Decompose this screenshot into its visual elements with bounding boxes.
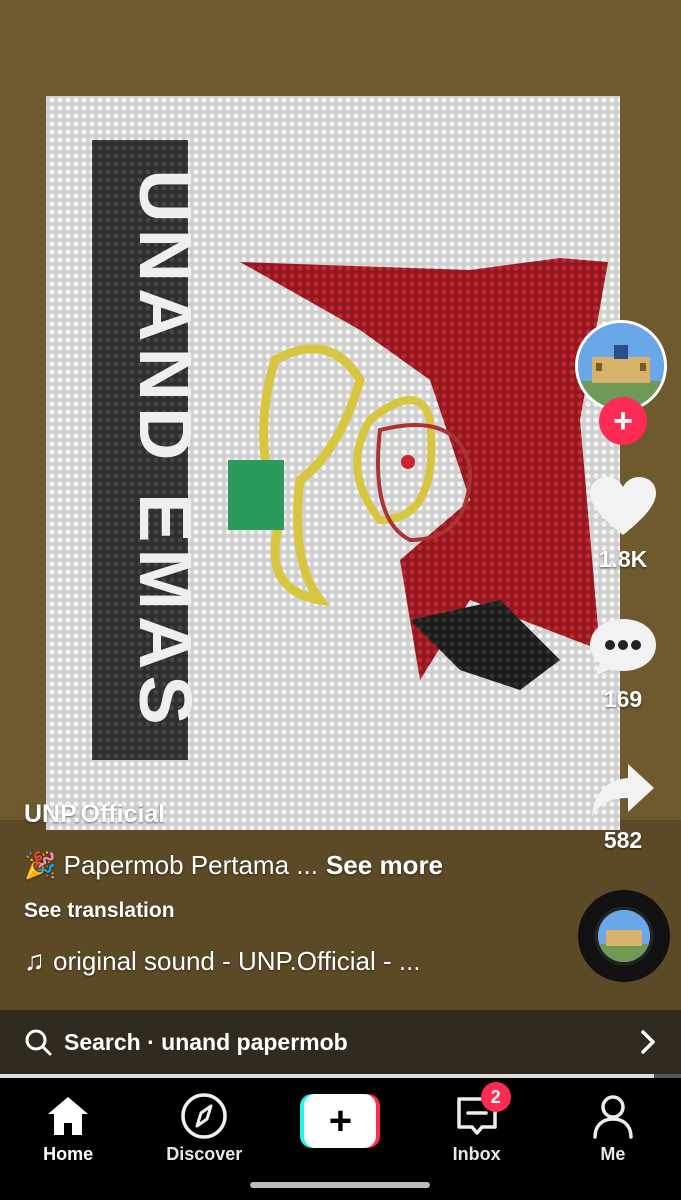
mosaic-text: UNAND EMAS [124,169,207,731]
nav-home-label: Home [43,1144,94,1164]
comment-icon [590,619,656,675]
like-button[interactable]: 1.8K [575,475,671,573]
sound-title: original sound - UNP.Official - ... [53,945,421,976]
see-more-link[interactable]: See more [326,850,443,881]
compass-icon [181,1093,228,1139]
create-button[interactable]: + [300,1094,381,1148]
search-suggestion-label: Search · unand papermob [64,1028,348,1055]
creator-username[interactable]: UNP.Official [24,800,564,836]
like-count: 1.8K [598,546,648,572]
caption-block: UNP.Official 🎉 Papermob Pertama ... See … [24,800,564,977]
create-plus-icon: + [304,1094,377,1148]
nav-inbox[interactable]: 2 Inbox [417,1082,537,1200]
home-indicator [250,1182,430,1188]
music-disc[interactable] [578,890,670,982]
nav-discover-label: Discover [166,1144,243,1164]
campus-thumbnail-icon [598,910,650,962]
follow-button[interactable]: + [599,397,647,445]
sound-row[interactable]: ♫ original sound - UNP.Official - ... [24,945,564,977]
chevron-right-icon [641,1030,655,1054]
party-emoji: 🎉 [24,850,57,880]
search-icon [25,1029,52,1056]
follow-plus-label: + [613,402,633,440]
profile-icon [593,1095,633,1139]
share-button[interactable]: 582 [575,760,671,854]
nav-me-label: Me [600,1144,626,1164]
music-note-icon: ♫ [24,945,45,976]
heart-icon [590,477,656,535]
see-translation-link[interactable]: See translation [24,899,564,923]
nav-home[interactable]: Home [8,1090,128,1200]
share-arrow-icon [592,764,654,816]
nav-me[interactable]: Me [553,1090,673,1200]
search-suggestion-bar[interactable]: Search · unand papermob [0,1010,681,1074]
share-count: 582 [603,827,643,853]
video-description: 🎉 Papermob Pertama ... See more [24,850,564,881]
nav-inbox-label: Inbox [452,1144,501,1164]
comment-button[interactable]: 169 [575,615,671,713]
nav-discover[interactable]: Discover [144,1090,264,1200]
comment-count: 169 [603,686,643,712]
creator-avatar-wrap[interactable]: + [575,320,671,445]
home-icon [48,1097,89,1135]
inbox-badge: 2 [480,1082,511,1112]
description-text: Papermob Pertama ... [63,850,318,880]
disc-cover [598,910,650,962]
